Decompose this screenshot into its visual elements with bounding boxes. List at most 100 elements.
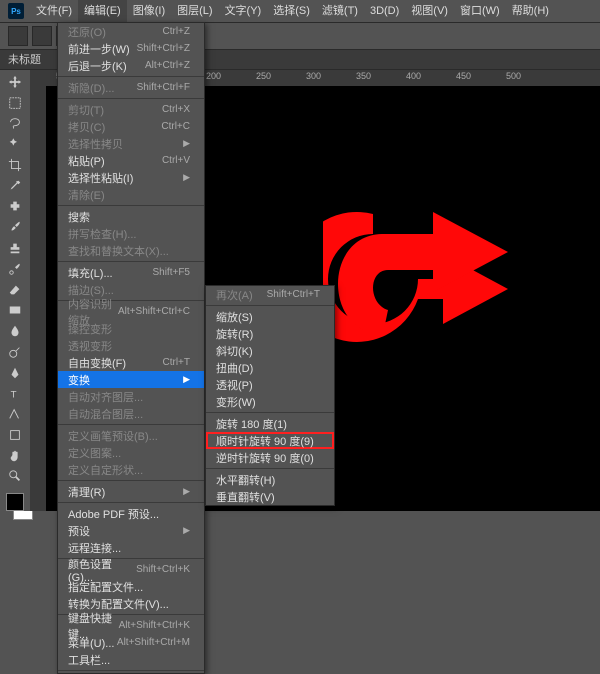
menu-item[interactable]: 透视(P): [206, 376, 334, 393]
menu-item-label: 指定配置文件...: [68, 579, 143, 595]
menu-item[interactable]: 旋转(R): [206, 325, 334, 342]
menu-item: 选择性拷贝▶: [58, 135, 204, 152]
lasso-tool-icon[interactable]: [4, 114, 26, 134]
menu-item[interactable]: 逆时针旋转 90 度(0): [206, 449, 334, 466]
menu-filter[interactable]: 滤镜(T): [316, 0, 364, 22]
menu-item-label: 再次(A): [216, 287, 253, 303]
menu-image[interactable]: 图像(I): [127, 0, 171, 22]
menu-item: 自动混合图层...: [58, 405, 204, 422]
menu-item[interactable]: 自由变换(F)Ctrl+T: [58, 354, 204, 371]
menu-item[interactable]: 预设▶: [58, 522, 204, 539]
menu-item-label: 查找和替换文本(X)...: [68, 243, 169, 259]
type-tool-icon[interactable]: T: [4, 383, 26, 403]
menu-item[interactable]: 前进一步(W)Shift+Ctrl+Z: [58, 40, 204, 57]
menu-item-label: 工具栏...: [68, 652, 110, 668]
menu-item: 操控变形: [58, 320, 204, 337]
menu-item: 查找和替换文本(X)...: [58, 242, 204, 259]
eyedropper-tool-icon[interactable]: [4, 176, 26, 196]
menu-item-label: 操控变形: [68, 321, 112, 337]
svg-text:T: T: [11, 390, 17, 401]
dodge-tool-icon[interactable]: [4, 342, 26, 362]
menu-item-label: 前进一步(W): [68, 41, 130, 57]
stamp-tool-icon[interactable]: [4, 238, 26, 258]
menu-item[interactable]: Adobe PDF 预设...: [58, 505, 204, 522]
menu-item[interactable]: 水平翻转(H): [206, 471, 334, 488]
brush-tool-icon[interactable]: [4, 217, 26, 237]
menu-item[interactable]: 指定配置文件...: [58, 578, 204, 595]
menu-3d[interactable]: 3D(D): [364, 0, 405, 22]
color-swatch[interactable]: [6, 493, 24, 511]
menu-item-label: 自动混合图层...: [68, 406, 143, 422]
menu-item-label: Adobe PDF 预设...: [68, 506, 159, 522]
menu-item[interactable]: 后退一步(K)Alt+Ctrl+Z: [58, 57, 204, 74]
menu-item[interactable]: 粘贴(P)Ctrl+V: [58, 152, 204, 169]
menu-item[interactable]: 选择性粘贴(I)▶: [58, 169, 204, 186]
menu-item-label: 选择性拷贝: [68, 136, 123, 152]
menu-item: 定义画笔预设(B)...: [58, 427, 204, 444]
menu-item-label: 透视变形: [68, 338, 112, 354]
menu-item[interactable]: 旋转 180 度(1): [206, 415, 334, 432]
doc-title: 未标题: [8, 54, 41, 66]
menu-item[interactable]: 搜索: [58, 208, 204, 225]
tool-preset-icon[interactable]: [8, 26, 28, 46]
menu-item: 还原(O)Ctrl+Z: [58, 23, 204, 40]
menu-item[interactable]: 工具栏...: [58, 651, 204, 668]
menu-item[interactable]: 颜色设置(G)...Shift+Ctrl+K: [58, 561, 204, 578]
menu-item[interactable]: 缩放(S): [206, 308, 334, 325]
menu-item[interactable]: 菜单(U)...Alt+Shift+Ctrl+M: [58, 634, 204, 651]
eraser-tool-icon[interactable]: [4, 280, 26, 300]
menu-shortcut: Shift+F5: [152, 267, 190, 278]
menu-item[interactable]: 斜切(K): [206, 342, 334, 359]
gradient-tool-icon[interactable]: [4, 300, 26, 320]
menu-view[interactable]: 视图(V): [405, 0, 454, 22]
menu-item-label: 拷贝(C): [68, 119, 105, 135]
menu-item: 渐隐(D)...Shift+Ctrl+F: [58, 79, 204, 96]
ruler-corner: [30, 70, 46, 86]
menu-item[interactable]: 变换▶: [58, 371, 204, 388]
menu-item: 定义自定形状...: [58, 461, 204, 478]
menu-select[interactable]: 选择(S): [267, 0, 316, 22]
option-icon[interactable]: [32, 26, 52, 46]
shape-tool-icon[interactable]: [4, 425, 26, 445]
menu-item: 内容识别缩放Alt+Shift+Ctrl+C: [58, 303, 204, 320]
menu-separator: [58, 205, 204, 206]
hand-tool-icon[interactable]: [4, 446, 26, 466]
menu-item-label: 透视(P): [216, 377, 253, 393]
wand-tool-icon[interactable]: [4, 134, 26, 154]
menu-window[interactable]: 窗口(W): [454, 0, 506, 22]
menu-item: 剪切(T)Ctrl+X: [58, 101, 204, 118]
menu-separator: [58, 76, 204, 77]
menu-layer[interactable]: 图层(L): [171, 0, 218, 22]
heal-tool-icon[interactable]: [4, 197, 26, 217]
menu-item[interactable]: 填充(L)...Shift+F5: [58, 264, 204, 281]
marquee-tool-icon[interactable]: [4, 93, 26, 113]
menu-item-label: 搜索: [68, 209, 90, 225]
path-tool-icon[interactable]: [4, 404, 26, 424]
menu-item[interactable]: 垂直翻转(V): [206, 488, 334, 505]
menu-item-label: 旋转(R): [216, 326, 253, 342]
menu-item[interactable]: 远程连接...: [58, 539, 204, 556]
menu-item-label: 缩放(S): [216, 309, 253, 325]
pen-tool-icon[interactable]: [4, 363, 26, 383]
menu-item-label: 预设: [68, 523, 90, 539]
menu-item[interactable]: 键盘快捷键...Alt+Shift+Ctrl+K: [58, 617, 204, 634]
menu-type[interactable]: 文字(Y): [219, 0, 268, 22]
crop-tool-icon[interactable]: [4, 155, 26, 175]
menu-help[interactable]: 帮助(H): [506, 0, 555, 22]
menu-separator: [58, 98, 204, 99]
menu-item[interactable]: 清理(R)▶: [58, 483, 204, 500]
menu-separator: [58, 670, 204, 671]
menu-item-label: 剪切(T): [68, 102, 104, 118]
menu-file[interactable]: 文件(F): [30, 0, 78, 22]
menu-shortcut: Ctrl+T: [163, 357, 191, 368]
move-tool-icon[interactable]: [4, 72, 26, 92]
menu-separator: [206, 412, 334, 413]
menu-edit[interactable]: 编辑(E): [78, 0, 127, 22]
menu-item[interactable]: 顺时针旋转 90 度(9): [206, 432, 334, 449]
menu-item[interactable]: 变形(W): [206, 393, 334, 410]
menu-separator: [58, 424, 204, 425]
blur-tool-icon[interactable]: [4, 321, 26, 341]
history-brush-icon[interactable]: [4, 259, 26, 279]
zoom-tool-icon[interactable]: [4, 467, 26, 487]
menu-item[interactable]: 扭曲(D): [206, 359, 334, 376]
